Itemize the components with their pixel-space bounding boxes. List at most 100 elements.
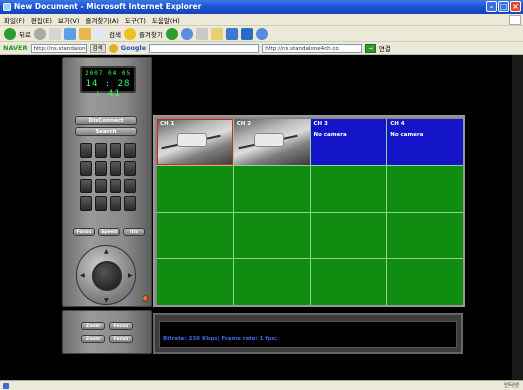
empty-channel-view[interactable] — [233, 165, 310, 212]
empty-channel-view[interactable] — [387, 212, 463, 259]
page-status-icon — [3, 383, 9, 389]
edit-icon[interactable] — [255, 27, 268, 40]
refresh-icon[interactable] — [63, 27, 76, 40]
empty-channel-view[interactable] — [157, 165, 233, 212]
links-label[interactable]: 연결 — [379, 43, 391, 53]
channel-label: CH 2 — [236, 121, 252, 127]
media-icon[interactable] — [165, 27, 178, 40]
ptz-right-arrow-icon[interactable]: ▶ — [128, 272, 133, 279]
empty-channel-view[interactable] — [233, 259, 310, 305]
window-title-bar: New Document - Microsoft Internet Explor… — [0, 0, 523, 14]
favorites-label[interactable]: 즐겨찾기 — [139, 29, 163, 39]
channel-1-view[interactable]: CH 1 — [157, 119, 233, 165]
ptz-joystick[interactable]: ▲ ▼ ◀ ▶ — [76, 245, 136, 305]
empty-channel-view[interactable] — [310, 212, 387, 259]
search-button[interactable]: Search — [75, 127, 137, 136]
window-controls: – □ × — [486, 1, 521, 12]
status-bar: 인터넷 — [0, 380, 523, 390]
messenger-icon[interactable] — [225, 27, 238, 40]
channel-3-view[interactable]: CH 3 No camera — [310, 119, 387, 165]
minimize-button[interactable]: – — [486, 1, 497, 12]
mail-icon[interactable] — [195, 27, 208, 40]
keypad-key[interactable] — [80, 178, 92, 194]
dvr-control-panel: 2007 04 05 14 : 28 : 41 DisConnect Searc… — [62, 57, 152, 307]
speed-button[interactable]: Speed — [98, 228, 120, 236]
menu-edit[interactable]: 편집(E) — [31, 15, 52, 25]
channel-label: CH 4 — [390, 121, 405, 127]
iris-button[interactable]: Iris — [123, 228, 145, 236]
menu-tools[interactable]: 도구(T) — [125, 15, 146, 25]
search-label[interactable]: 검색 — [109, 29, 121, 39]
windows-logo-icon — [509, 15, 521, 25]
google-logo[interactable]: Google — [121, 44, 147, 52]
keypad-key[interactable] — [109, 143, 122, 158]
ptz-up-arrow-icon[interactable]: ▲ — [104, 248, 109, 255]
google-search-field[interactable] — [149, 43, 260, 53]
channel-4-view[interactable]: CH 4 No camera — [387, 119, 463, 165]
keypad-key[interactable] — [124, 196, 136, 211]
forward-arrow-icon[interactable] — [33, 27, 46, 40]
ptz-down-arrow-icon[interactable]: ▼ — [104, 297, 109, 304]
stop-icon[interactable] — [48, 27, 61, 40]
search-icon[interactable] — [93, 27, 106, 40]
back-label[interactable]: 뒤로 — [19, 29, 31, 39]
menu-view[interactable]: 보기(V) — [58, 15, 79, 25]
channel-label: CH 3 — [313, 121, 328, 127]
focus-button[interactable]: Focus — [73, 228, 95, 236]
keypad-key[interactable] — [109, 196, 122, 211]
camera-scene — [253, 133, 284, 147]
home-icon[interactable] — [78, 27, 91, 40]
menu-help[interactable]: 도움말(H) — [152, 15, 180, 25]
empty-channel-view[interactable] — [310, 259, 387, 305]
address-field-1[interactable]: http://ns.standalone4ch. — [30, 43, 87, 53]
focus-far-button[interactable]: Focus — [109, 335, 133, 343]
channel-2-view[interactable]: CH 2 — [233, 119, 310, 165]
keypad-key[interactable] — [94, 143, 107, 158]
keypad-key[interactable] — [124, 143, 136, 158]
keypad-key[interactable] — [124, 178, 136, 194]
ptz-left-arrow-icon[interactable]: ◀ — [80, 272, 85, 279]
empty-channel-view[interactable] — [157, 259, 233, 305]
channel-label: CH 1 — [160, 121, 175, 127]
keypad-key[interactable] — [94, 178, 107, 194]
empty-channel-view[interactable] — [310, 165, 387, 212]
menu-favorites[interactable]: 즐겨찾기(A) — [85, 15, 118, 25]
record-indicator-icon[interactable] — [142, 295, 149, 302]
naver-search-button[interactable]: 검색 — [89, 43, 106, 53]
empty-channel-view[interactable] — [233, 212, 310, 259]
keypad-key[interactable] — [80, 143, 92, 158]
back-arrow-icon[interactable] — [4, 27, 16, 40]
keypad-key[interactable] — [94, 196, 107, 211]
channel-status: No camera — [313, 132, 347, 138]
disconnect-button[interactable]: DisConnect — [75, 116, 137, 125]
keypad-key[interactable] — [124, 160, 136, 176]
menu-file[interactable]: 파일(F) — [4, 15, 25, 25]
camera-scene — [177, 133, 207, 147]
scrollbar-track[interactable] — [512, 55, 523, 380]
focus-near-button[interactable]: Focus — [109, 322, 133, 330]
research-icon[interactable] — [240, 27, 253, 40]
zoom-in-button[interactable]: Zoom — [81, 322, 105, 330]
address-field-2[interactable]: http://ns.standalone4ch.co — [262, 43, 363, 53]
star-icon[interactable] — [108, 43, 118, 53]
close-button[interactable]: × — [510, 1, 521, 12]
ptz-knob[interactable] — [92, 261, 122, 291]
channel-keypad — [80, 143, 136, 211]
history-icon[interactable] — [180, 27, 193, 40]
channel-status: No camera — [390, 132, 424, 138]
empty-channel-view[interactable] — [387, 165, 463, 212]
empty-channel-view[interactable] — [387, 259, 463, 305]
empty-channel-view[interactable] — [157, 212, 233, 259]
folder-icon[interactable] — [210, 27, 223, 40]
naver-logo[interactable]: NAVER — [3, 44, 28, 52]
keypad-key[interactable] — [109, 178, 122, 194]
keypad-key[interactable] — [109, 160, 122, 176]
keypad-key[interactable] — [94, 160, 107, 176]
zoom-focus-panel: Zoom Focus Zoom Focus — [62, 310, 152, 354]
maximize-button[interactable]: □ — [498, 1, 509, 12]
keypad-key[interactable] — [80, 160, 92, 176]
favorites-star-icon[interactable] — [123, 27, 136, 40]
keypad-key[interactable] — [80, 196, 92, 211]
go-button[interactable]: → — [365, 43, 376, 53]
zoom-out-button[interactable]: Zoom — [81, 335, 105, 343]
